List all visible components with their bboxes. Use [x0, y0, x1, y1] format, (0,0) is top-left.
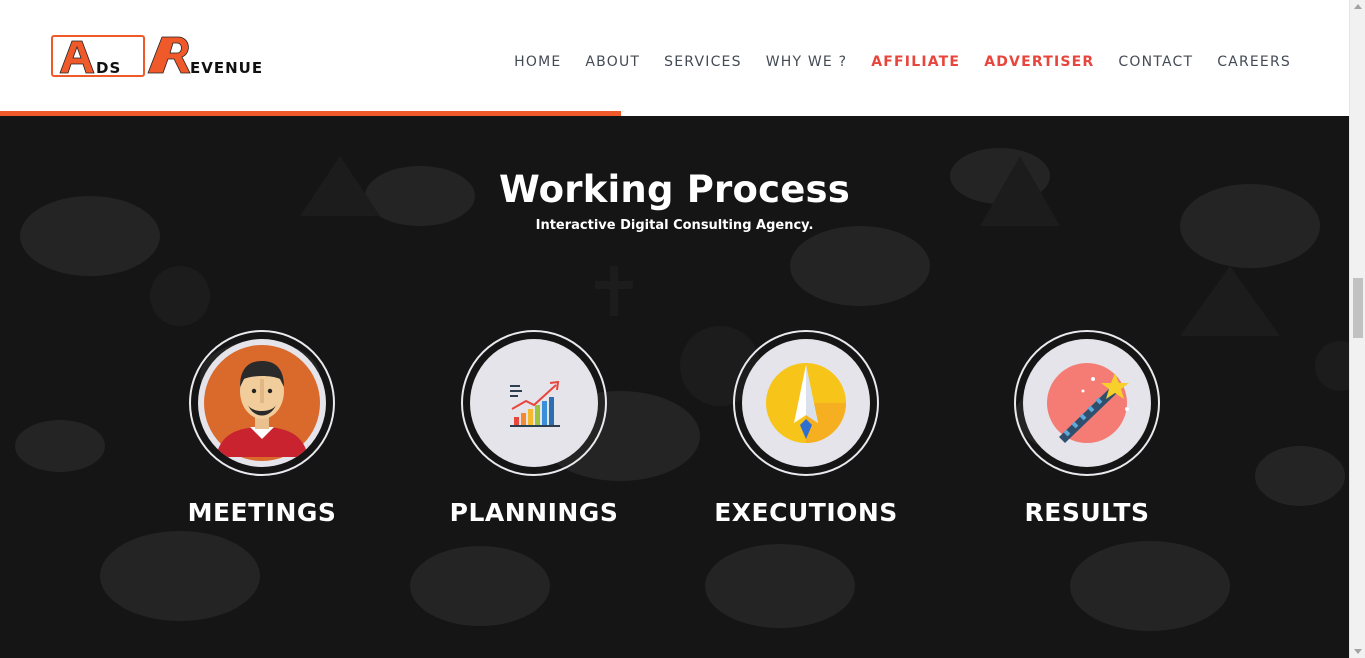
main-nav: HOME ABOUT SERVICES WHY WE ? AFFILIATE A… [490, 54, 1291, 70]
section-title: Working Process [498, 168, 850, 211]
paper-plane-icon [766, 363, 846, 443]
ads-revenue-logo[interactable]: DS EVENUE [50, 33, 295, 79]
step-label: MEETINGS [187, 498, 337, 527]
step-ring [1014, 330, 1160, 476]
growth-chart-icon [510, 380, 560, 427]
step-label: PLANNINGS [449, 498, 619, 527]
step-ring [189, 330, 335, 476]
nav-about[interactable]: ABOUT [585, 54, 640, 70]
step-ring [733, 330, 879, 476]
section-subtitle: Interactive Digital Consulting Agency. [535, 218, 814, 233]
step-label: EXECUTIONS [714, 498, 898, 527]
process-step-executions: EXECUTIONS [656, 330, 956, 527]
working-process-section: Working Process Interactive Digital Cons… [0, 116, 1349, 658]
scrollbar-thumb[interactable] [1353, 278, 1363, 338]
svg-text:EVENUE: EVENUE [190, 59, 263, 77]
step-label: RESULTS [1024, 498, 1150, 527]
nav-why-we[interactable]: WHY WE ? [766, 54, 848, 70]
nav-services[interactable]: SERVICES [664, 54, 742, 70]
page-scrollbar[interactable] [1349, 0, 1365, 658]
process-step-results: RESULTS [937, 330, 1237, 527]
nav-home[interactable]: HOME [514, 54, 561, 70]
svg-text:DS: DS [96, 59, 121, 77]
site-header: DS EVENUE HOME ABOUT SERVICES WHY WE ? A… [0, 0, 1349, 116]
magic-wand-icon [1047, 363, 1129, 443]
scroll-up-icon[interactable] [1354, 4, 1362, 9]
nav-careers[interactable]: CAREERS [1217, 54, 1291, 70]
scroll-down-icon[interactable] [1354, 649, 1362, 654]
nav-contact[interactable]: CONTACT [1118, 54, 1193, 70]
process-step-meetings: MEETINGS [112, 330, 412, 527]
process-step-plannings: PLANNINGS [384, 330, 684, 527]
nav-affiliate[interactable]: AFFILIATE [871, 54, 960, 70]
step-ring [461, 330, 607, 476]
nav-advertiser[interactable]: ADVERTISER [984, 54, 1094, 70]
businessman-icon [204, 345, 320, 461]
